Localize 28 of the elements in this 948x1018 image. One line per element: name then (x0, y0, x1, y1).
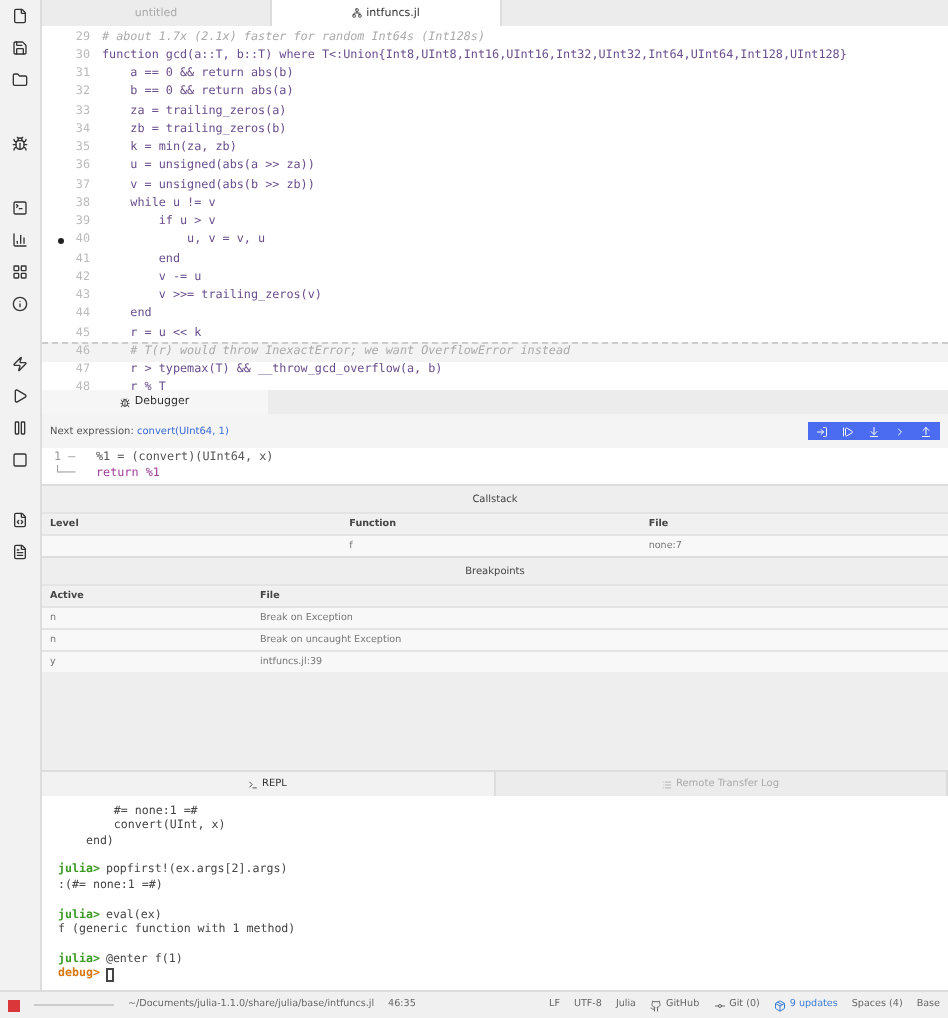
chart-icon[interactable] (12, 232, 28, 248)
git-commit-icon (713, 999, 726, 1011)
list-icon (661, 779, 672, 789)
grid-icon[interactable] (12, 264, 28, 280)
error-icon[interactable] (8, 999, 20, 1011)
info-icon[interactable] (12, 296, 28, 312)
html-file-icon[interactable] (12, 512, 28, 528)
terminal-icon (248, 779, 259, 789)
text-cursor (105, 967, 114, 982)
save-icon[interactable] (12, 40, 28, 56)
stop-icon[interactable] (12, 452, 28, 468)
step-icon[interactable] (842, 425, 854, 437)
terminal-icon[interactable] (12, 200, 28, 216)
package-icon (773, 999, 786, 1011)
bug-icon[interactable] (12, 136, 28, 152)
finish-icon[interactable] (920, 425, 932, 437)
play-icon[interactable] (12, 388, 28, 404)
bug-icon (120, 397, 131, 407)
file-type-icon (352, 8, 363, 18)
folder-icon[interactable] (12, 72, 28, 88)
file-icon[interactable] (12, 8, 28, 24)
pause-icon[interactable] (12, 420, 28, 436)
step-down-icon[interactable] (868, 425, 880, 437)
breakpoint-dot[interactable] (57, 237, 64, 244)
pdf-file-icon[interactable] (12, 544, 28, 560)
step-in-icon[interactable] (816, 425, 828, 437)
lightning-icon[interactable] (12, 356, 28, 372)
github-icon (650, 999, 662, 1011)
